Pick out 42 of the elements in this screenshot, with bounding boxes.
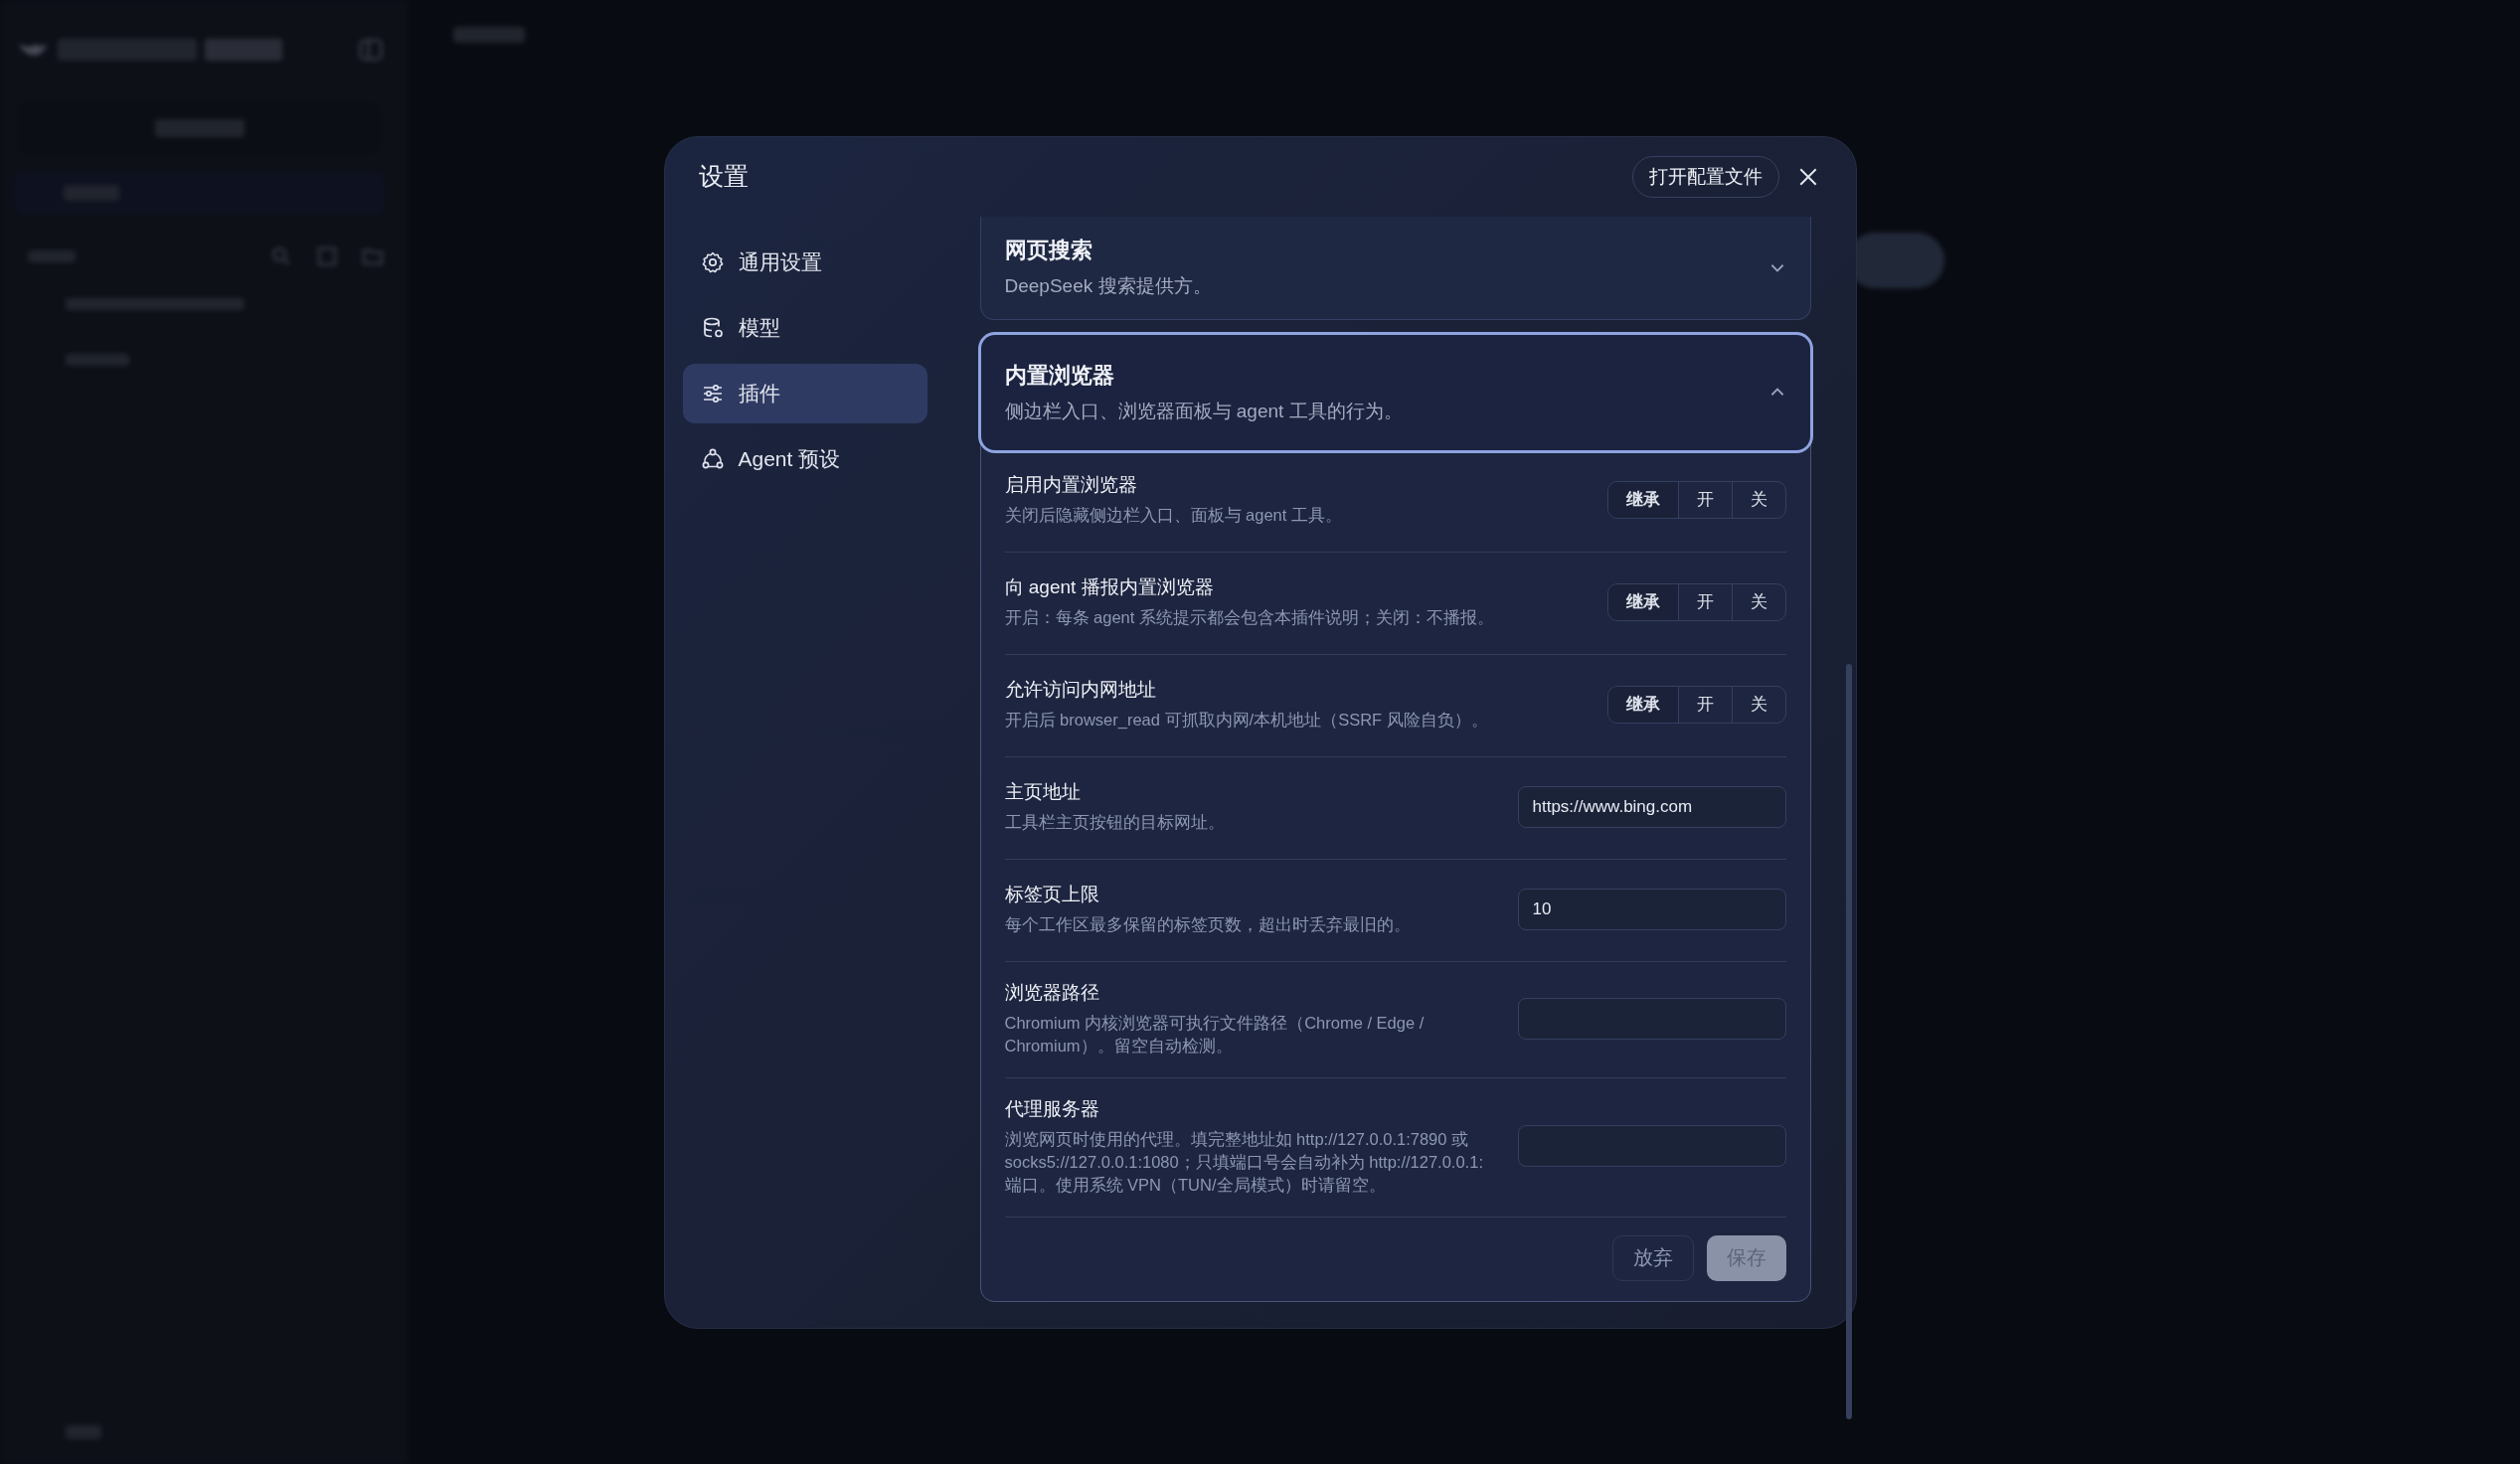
section-title: 内置浏览器 <box>1004 361 1115 390</box>
segment-option[interactable]: 关 <box>1731 686 1785 723</box>
nav-item[interactable]: 模型 <box>682 297 927 358</box>
input-field[interactable]: 10 <box>1517 888 1786 930</box>
dialog-title: 设置 <box>698 161 749 192</box>
segment-option[interactable]: 开 <box>1677 686 1732 723</box>
segment-option[interactable]: 开 <box>1677 481 1732 518</box>
segment-option[interactable]: 关 <box>1731 481 1785 518</box>
segment-option[interactable]: 关 <box>1731 583 1785 620</box>
section-card[interactable]: 网页搜索 DeepSeek 搜索提供方。 <box>979 216 1811 320</box>
input-field[interactable]: https://www.bing.com <box>1517 785 1786 828</box>
setting-title: 允许访问内网地址 <box>1004 677 1157 702</box>
setting-description: 工具栏主页按钮的目标网址。 <box>1004 811 1226 833</box>
setting-description: 每个工作区最多保留的标签页数，超出时丢弃最旧的。 <box>1004 913 1412 935</box>
setting-description: 浏览网页时使用的代理。填完整地址如 http://127.0.0.1:7890 或 socks5://127.0.0.1:1080；只填端口号会自动补为 http://127.0.0.1:端口。使用系统 VPN（TUN/全局模式）时请留空。 <box>1004 1128 1484 1196</box>
section-header[interactable]: 内置浏览器 侧边栏入口、浏览器面板与 agent 工具的行为。 <box>980 334 1810 450</box>
setting-description: Chromium 内核浏览器可执行文件路径（Chrome / Edge / Chromium）。留空自动检测。 <box>1004 1012 1426 1057</box>
scrollbar[interactable] <box>1845 663 1852 1419</box>
nav-item[interactable]: 通用设置 <box>682 232 927 292</box>
segment-option[interactable]: 继承 <box>1607 481 1678 518</box>
setting-description: 开启后 browser_read 可抓取内网/本机地址（SSRF 风险自负）。 <box>1004 709 1489 731</box>
discard-button[interactable]: 放弃 <box>1611 1234 1694 1281</box>
setting-title: 代理服务器 <box>1004 1096 1100 1121</box>
setting-title: 主页地址 <box>1004 779 1082 804</box>
segment-option[interactable]: 开 <box>1677 583 1732 620</box>
setting-title: 向 agent 播报内置浏览器 <box>1004 574 1215 599</box>
setting-title: 启用内置浏览器 <box>1004 472 1138 497</box>
network-icon <box>700 446 725 471</box>
nav-item[interactable]: 插件 <box>682 363 927 423</box>
section-description: 侧边栏入口、浏览器面板与 agent 工具的行为。 <box>1004 399 1404 423</box>
nav-item[interactable]: Agent 预设 <box>682 428 927 489</box>
input-field[interactable] <box>1517 997 1786 1040</box>
section-description: DeepSeek 搜索提供方。 <box>1004 274 1213 298</box>
setting-description: 开启：每条 agent 系统提示都会包含本插件说明；关闭：不播报。 <box>1004 606 1495 628</box>
segment-option[interactable]: 继承 <box>1607 686 1678 723</box>
input-field[interactable] <box>1517 1125 1786 1168</box>
setting-title: 标签页上限 <box>1004 882 1100 906</box>
setting-title: 浏览器路径 <box>1004 980 1100 1005</box>
settings-icon <box>700 249 725 274</box>
setting-description: 关闭后隐藏侧边栏入口、面板与 agent 工具。 <box>1004 504 1343 526</box>
segment-option[interactable]: 继承 <box>1607 583 1678 620</box>
section-title: 网页搜索 <box>1004 237 1093 264</box>
